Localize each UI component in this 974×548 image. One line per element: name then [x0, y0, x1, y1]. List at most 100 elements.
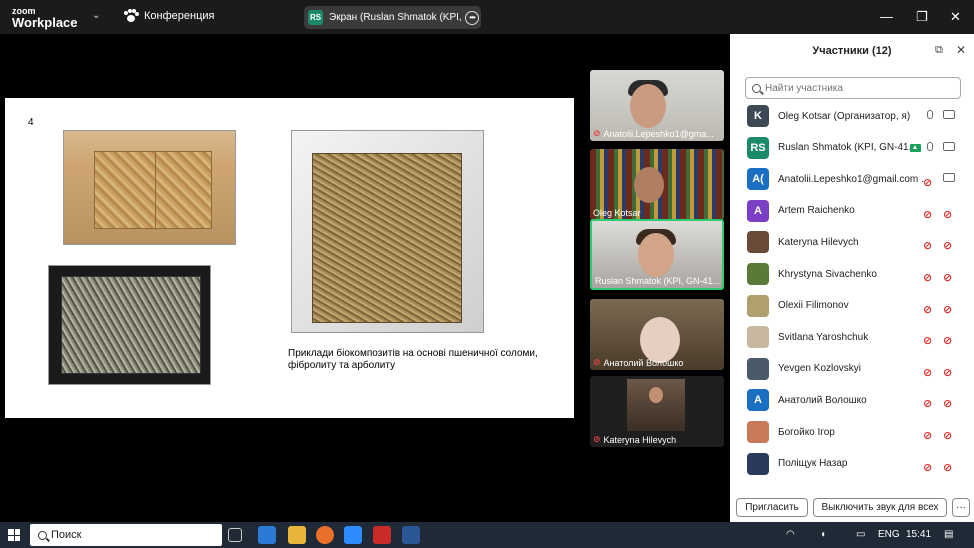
- restore-button[interactable]: ❐: [916, 9, 928, 25]
- participant-avatar: [747, 263, 769, 285]
- windows-start-icon[interactable]: [8, 529, 20, 541]
- clock[interactable]: 15:41: [906, 529, 931, 540]
- language-indicator[interactable]: ENG: [878, 529, 900, 540]
- microphone-icon[interactable]: [923, 110, 937, 122]
- camera-off-icon[interactable]: ⊘: [943, 458, 957, 474]
- search-input[interactable]: [765, 82, 945, 94]
- participant-name: Ruslan Shmatok (KPI, GN-41...: [778, 142, 917, 154]
- search-icon: [38, 530, 47, 540]
- firefox-icon[interactable]: [316, 526, 334, 544]
- participant-row[interactable]: Olexii Filimonov ⊘ ⊘: [747, 294, 967, 318]
- title-bar: zoom Workplace ⌄ Конференция RS Экран (R…: [0, 0, 974, 34]
- camera-icon[interactable]: [943, 173, 957, 185]
- battery-icon[interactable]: ▭: [856, 529, 865, 540]
- participant-row[interactable]: RS Ruslan Shmatok (KPI, GN-41...: [747, 136, 967, 160]
- video-tile[interactable]: ⊘ Анатолий Волошко: [590, 299, 724, 370]
- microphone-muted-icon[interactable]: ⊘: [923, 394, 937, 410]
- participant-name: Анатолий Волошко: [778, 394, 867, 406]
- participant-row[interactable]: A( Anatolii.Lepeshko1@gmail.com ... ⊘: [747, 167, 967, 191]
- microphone-muted-icon[interactable]: ⊘: [923, 205, 937, 221]
- participant-face: [634, 167, 664, 203]
- taskbar-search-label: Поиск: [51, 529, 82, 541]
- zoom-window: zoom Workplace ⌄ Конференция RS Экран (R…: [0, 0, 974, 548]
- windows-taskbar: Поиск ◠ ◖ ▭ ENG 15:41 ▤: [0, 522, 974, 548]
- participant-avatar: A(: [747, 168, 769, 191]
- chevron-down-icon[interactable]: ⌄: [92, 10, 100, 21]
- camera-off-icon[interactable]: ⊘: [943, 394, 957, 410]
- participant-row[interactable]: A Artem Raichenko ⊘ ⊘: [747, 199, 967, 223]
- conference-label: Конференция: [144, 10, 215, 22]
- paw-icon: [124, 9, 139, 22]
- close-icon[interactable]: ✕: [956, 43, 966, 57]
- zoom-taskbar-icon[interactable]: [344, 526, 362, 544]
- camera-icon[interactable]: [943, 141, 957, 154]
- video-tile-active-speaker[interactable]: Ruslan Shmatok (KPI, GN-41...: [590, 219, 724, 290]
- participant-name: Anatolii.Lepeshko1@gmail.com ...: [778, 173, 924, 185]
- participant-row[interactable]: Svitlana Yaroshchuk ⊘ ⊘: [747, 325, 967, 349]
- tile-name: Ruslan Shmatok (KPI, GN-41...: [595, 276, 721, 286]
- microphone-icon[interactable]: [923, 141, 937, 154]
- camera-off-icon[interactable]: ⊘: [943, 363, 957, 379]
- pdf-reader-icon[interactable]: [373, 526, 391, 544]
- volume-icon[interactable]: ◖: [820, 529, 826, 540]
- participant-search[interactable]: [745, 77, 961, 99]
- invite-button[interactable]: Пригласить: [736, 498, 808, 517]
- task-view-icon[interactable]: [228, 528, 242, 542]
- mic-off-icon: ⊘: [593, 357, 601, 367]
- mic-off-icon: ⊘: [593, 128, 601, 138]
- camera-off-icon[interactable]: ⊘: [943, 205, 957, 221]
- notification-icon[interactable]: ▤: [944, 529, 953, 540]
- participant-face: [638, 233, 674, 277]
- participant-name: Khrystyna Sivachenko: [778, 268, 877, 280]
- close-button[interactable]: ✕: [950, 9, 961, 25]
- microphone-muted-icon[interactable]: ⊘: [923, 331, 937, 347]
- participant-avatar: A: [747, 389, 769, 412]
- file-explorer-icon[interactable]: [288, 526, 306, 544]
- camera-off-icon[interactable]: ⊘: [943, 426, 957, 442]
- participants-panel: Участники (12) ⧉ ✕ KOleg Kotsar (Организ…: [730, 34, 974, 522]
- microphone-muted-icon[interactable]: ⊘: [923, 173, 937, 189]
- shared-screen-pill[interactable]: RS Экран (Ruslan Shmatok (KPI, GN •••: [304, 6, 481, 29]
- conference-menu[interactable]: Конференция: [124, 9, 215, 22]
- participant-face: [630, 84, 666, 128]
- participant-row[interactable]: Kateryna Hilevych ⊘ ⊘: [747, 230, 967, 254]
- microphone-muted-icon[interactable]: ⊘: [923, 363, 937, 379]
- taskbar-search[interactable]: Поиск: [30, 524, 222, 546]
- zoom-logo[interactable]: zoom Workplace: [12, 6, 78, 29]
- microphone-muted-icon[interactable]: ⊘: [923, 268, 937, 284]
- photos-app-icon[interactable]: [258, 526, 276, 544]
- participant-avatar: A: [747, 199, 769, 222]
- more-button[interactable]: ···: [952, 498, 970, 517]
- camera-off-icon[interactable]: ⊘: [943, 331, 957, 347]
- participant-row[interactable]: A Анатолий Волошко ⊘ ⊘: [747, 388, 967, 412]
- camera-icon[interactable]: [943, 110, 957, 122]
- video-tile[interactable]: ⊘ Kateryna Hilevych: [590, 376, 724, 447]
- shared-slide: 4 Приклади біокомпозитів на основі пшени…: [5, 98, 574, 418]
- microphone-muted-icon[interactable]: ⊘: [923, 458, 937, 474]
- video-tile[interactable]: Oleg Kotsar: [590, 149, 724, 220]
- participant-row[interactable]: Yevgen Kozlovskyi ⊘ ⊘: [747, 357, 967, 381]
- mute-all-button[interactable]: Выключить звук для всех: [813, 498, 947, 517]
- participant-avatar: [747, 231, 769, 254]
- participant-row[interactable]: Богойко Ігор ⊘ ⊘: [747, 420, 967, 444]
- participant-row[interactable]: Поліщук Назар ⊘ ⊘: [747, 452, 967, 476]
- participant-row[interactable]: K Oleg Kotsar (Организатор, я): [747, 104, 967, 128]
- network-icon[interactable]: ◠: [786, 529, 795, 540]
- microphone-muted-icon[interactable]: ⊘: [923, 236, 937, 252]
- participant-row[interactable]: Khrystyna Sivachenko ⊘ ⊘: [747, 262, 967, 286]
- participant-avatar: [747, 326, 769, 349]
- microphone-muted-icon[interactable]: ⊘: [923, 300, 937, 316]
- search-icon: [752, 83, 761, 93]
- more-options-icon[interactable]: •••: [465, 10, 479, 25]
- profile-picture: [627, 379, 685, 431]
- minimize-button[interactable]: —: [880, 9, 893, 24]
- popout-icon[interactable]: ⧉: [935, 44, 943, 57]
- participant-name: Oleg Kotsar (Организатор, я): [778, 110, 911, 122]
- microphone-muted-icon[interactable]: ⊘: [923, 426, 937, 442]
- video-tile[interactable]: ⊘ Anatolii.Lepeshko1@gma...: [590, 70, 724, 141]
- word-icon[interactable]: [402, 526, 420, 544]
- camera-off-icon[interactable]: ⊘: [943, 300, 957, 316]
- camera-off-icon[interactable]: ⊘: [943, 268, 957, 284]
- camera-off-icon[interactable]: ⊘: [943, 236, 957, 252]
- screen-share-icon: [910, 143, 921, 152]
